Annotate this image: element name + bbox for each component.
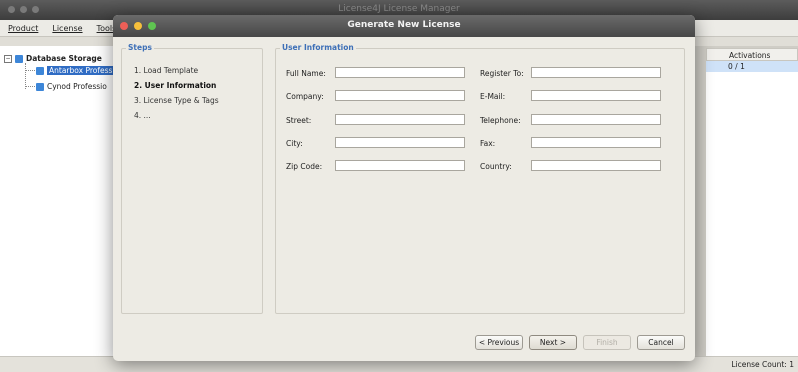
dialog-title: Generate New License	[347, 20, 461, 30]
next-button[interactable]: Next >	[529, 335, 577, 350]
register-to-field[interactable]	[531, 67, 661, 78]
tree-connector	[25, 86, 35, 87]
step-user-information: 2. User Information	[134, 81, 217, 90]
tree-root[interactable]: − Database Storage	[4, 54, 102, 63]
company-label: Company:	[286, 92, 324, 101]
tree-root-label: Database Storage	[26, 54, 102, 63]
register-to-label: Register To:	[480, 69, 524, 78]
city-field[interactable]	[335, 137, 465, 148]
telephone-field[interactable]	[531, 114, 661, 125]
cancel-button[interactable]: Cancel	[637, 335, 685, 350]
step-load-template: 1. Load Template	[134, 66, 199, 75]
country-label: Country:	[480, 162, 512, 171]
product-icon	[36, 82, 44, 91]
step-more: 4. ...	[134, 111, 151, 120]
steps-panel: Steps 1. Load Template 2. User Informati…	[121, 43, 263, 314]
tree-item-product-2[interactable]: Cynod Professio	[36, 82, 107, 91]
user-information-panel: User Information Full Name: Company: Str…	[275, 43, 685, 314]
collapse-icon[interactable]: −	[4, 54, 12, 63]
email-field[interactable]	[531, 90, 661, 101]
telephone-label: Telephone:	[480, 116, 521, 125]
table-header-activations[interactable]: Activations	[706, 48, 798, 61]
generate-license-dialog: Generate New License Steps 1. Load Templ…	[113, 15, 695, 361]
full-name-field[interactable]	[335, 67, 465, 78]
fax-label: Fax:	[480, 139, 496, 148]
previous-button[interactable]: < Previous	[475, 335, 523, 350]
fax-field[interactable]	[531, 137, 661, 148]
company-field[interactable]	[335, 90, 465, 101]
country-field[interactable]	[531, 160, 661, 171]
menu-product[interactable]: Product	[8, 24, 38, 33]
table-row[interactable]: 0 / 1	[706, 61, 798, 72]
product-icon	[36, 66, 44, 75]
steps-legend: Steps	[126, 43, 154, 52]
email-label: E-Mail:	[480, 92, 506, 101]
step-license-type-tags: 3. License Type & Tags	[134, 96, 219, 105]
street-label: Street:	[286, 116, 312, 125]
tree-connector	[25, 70, 35, 71]
dialog-titlebar: Generate New License	[113, 15, 695, 37]
tree-item-product-1[interactable]: Antarbox Profess	[36, 66, 115, 75]
app-window-title: License4J License Manager	[338, 4, 460, 14]
city-label: City:	[286, 139, 303, 148]
zip-code-field[interactable]	[335, 160, 465, 171]
table-body	[706, 72, 798, 356]
license-tree: − Database Storage Antarbox Profess Cyno…	[0, 46, 116, 356]
menu-license[interactable]: License	[52, 24, 82, 33]
license-count: License Count: 1	[731, 360, 794, 369]
zip-code-label: Zip Code:	[286, 162, 323, 171]
tree-item-label: Cynod Professio	[47, 82, 107, 91]
database-icon	[15, 54, 23, 63]
street-field[interactable]	[335, 114, 465, 125]
finish-button[interactable]: Finish	[583, 335, 631, 350]
tree-item-label: Antarbox Profess	[47, 66, 115, 75]
full-name-label: Full Name:	[286, 69, 326, 78]
user-information-legend: User Information	[280, 43, 356, 52]
